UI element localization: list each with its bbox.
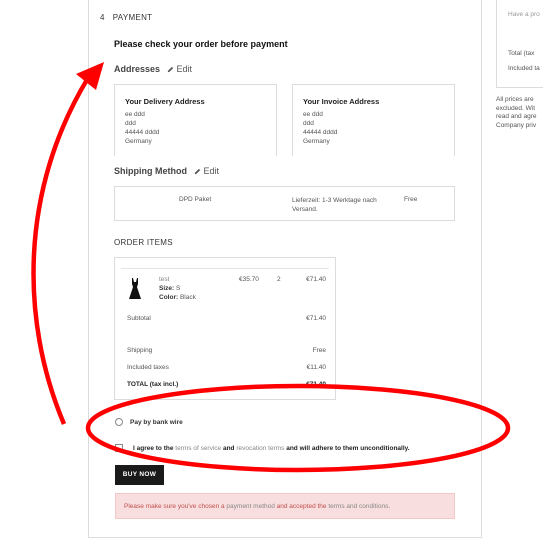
subtotal-value: €71.40 <box>306 315 326 322</box>
sidebar-note-line: excluded. Wit <box>496 104 536 112</box>
alert-text-2: and accepted the <box>276 503 327 510</box>
divider <box>121 268 329 269</box>
product-size-value: S <box>175 285 181 292</box>
check-order-title: Please check your order before payment <box>114 39 288 49</box>
step-number: 4 <box>100 13 105 22</box>
product-quantity: 2 <box>277 276 281 283</box>
total-label: TOTAL (tax incl.) <box>127 381 179 388</box>
delivery-address-title: Your Delivery Address <box>125 97 205 106</box>
shipping-title: Shipping Method <box>114 166 187 176</box>
agree-text-2: and <box>222 445 235 452</box>
error-alert: Please make sure you've chosen a payment… <box>115 493 455 519</box>
step-header: 4 PAYMENT <box>100 13 152 22</box>
sidebar-note-line: All prices are <box>496 96 534 103</box>
promo-code-input[interactable]: Have a pro <box>508 11 540 18</box>
shipping-row: Shipping Free <box>127 347 326 354</box>
product-name: test <box>159 276 170 283</box>
shipping-edit-link[interactable]: Edit <box>204 166 220 176</box>
invoice-address-line: ee ddd <box>303 111 323 118</box>
revocation-terms-link[interactable]: revocation terms <box>236 445 284 452</box>
alert-text-1: Please make sure you've chosen a <box>124 503 225 510</box>
annotation-arrow-line <box>31 76 90 425</box>
pencil-icon[interactable] <box>167 66 174 73</box>
total-value: €71.40 <box>306 381 326 388</box>
terms-checkbox[interactable] <box>115 444 123 452</box>
pencil-icon[interactable] <box>194 168 201 175</box>
sidebar-total-label: Total (tax <box>508 50 535 57</box>
sidebar-note-line: Company priv <box>496 121 537 129</box>
subtotal-row: Subtotal €71.40 <box>127 315 326 322</box>
product-size-label: Size: <box>159 285 175 292</box>
dress-product-image <box>129 278 141 299</box>
invoice-address-line: Germany <box>303 138 330 145</box>
taxes-value: €11.40 <box>306 364 326 371</box>
delivery-address-line: Germany <box>125 138 152 145</box>
taxes-row: Included taxes €11.40 <box>127 364 326 371</box>
order-items-box: test Size: S Color: Black €35.70 2 €71.4… <box>114 257 336 400</box>
delivery-address-line: 44444 dddd <box>125 129 160 136</box>
product-total: €71.40 <box>306 276 326 283</box>
invoice-address-line: 44444 dddd <box>303 129 338 136</box>
invoice-address-line: ddd <box>303 120 314 127</box>
step-label: PAYMENT <box>112 13 153 22</box>
shipping-heading: Shipping Method Edit <box>114 166 219 176</box>
sidebar-notes: All prices are excluded. Wit read and ag… <box>496 96 536 130</box>
invoice-address-title: Your Invoice Address <box>303 97 380 106</box>
shipping-delivery-time: Lieferzeit: 1-3 Werktage nach Versand. <box>292 197 377 213</box>
payment-radio[interactable] <box>115 418 123 426</box>
order-items-title: ORDER ITEMS <box>114 238 173 247</box>
shipping-price: Free <box>404 196 418 203</box>
shipping-method-box: DPD Paket Lieferzeit: 1-3 Werktage nach … <box>114 186 455 221</box>
alert-terms-link[interactable]: terms and conditions <box>328 503 388 510</box>
shipping-cost-label: Shipping <box>127 347 153 354</box>
buy-now-button[interactable]: BUY NOW <box>115 465 164 485</box>
agree-text-3: and will adhere to them unconditionally. <box>286 445 410 452</box>
product-color-label: Color: <box>159 294 179 301</box>
subtotal-label: Subtotal <box>127 315 151 322</box>
product-unit-price: €35.70 <box>239 276 259 283</box>
delivery-address-line: ee ddd <box>125 111 145 118</box>
payment-option-label[interactable]: Pay by bank wire <box>130 419 183 426</box>
delivery-address-line: ddd <box>125 120 136 127</box>
shipping-cost-value: Free <box>312 347 326 354</box>
terms-agreement-text: I agree to the terms of service and revo… <box>133 445 410 452</box>
addresses-heading: Addresses Edit <box>114 64 192 74</box>
shipping-method-name: DPD Paket <box>179 196 212 203</box>
agree-text-1: I agree to the <box>133 445 174 452</box>
addresses-edit-link[interactable]: Edit <box>177 64 193 74</box>
delivery-address-box: Your Delivery Address ee ddd ddd 44444 d… <box>114 84 277 156</box>
product-color: Color: Black <box>159 294 196 301</box>
sidebar-included-label: Included ta <box>508 65 540 72</box>
terms-of-service-link[interactable]: terms of service <box>175 445 221 452</box>
product-color-value: Black <box>179 294 196 301</box>
addresses-title: Addresses <box>114 64 161 74</box>
alert-payment-method-link[interactable]: payment method <box>226 503 274 510</box>
sidebar-note-line: read and agre <box>496 113 537 120</box>
total-row: TOTAL (tax incl.) €71.40 <box>127 381 326 388</box>
taxes-label: Included taxes <box>127 364 169 371</box>
alert-text-3: . <box>388 503 391 510</box>
invoice-address-box: Your Invoice Address ee ddd ddd 44444 dd… <box>292 84 455 156</box>
product-size: Size: S <box>159 285 180 292</box>
